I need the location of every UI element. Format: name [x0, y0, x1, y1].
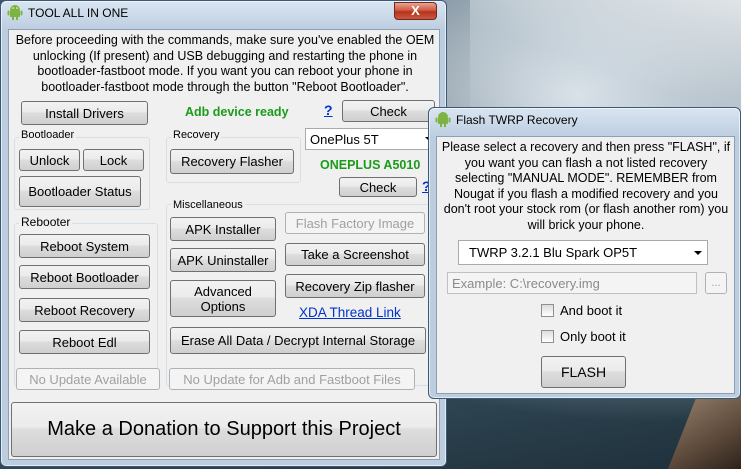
- device-model-label: ONEPLUS A5010: [320, 158, 421, 172]
- flash-button[interactable]: FLASH: [541, 356, 626, 388]
- reboot-recovery-button[interactable]: Reboot Recovery: [19, 298, 150, 322]
- advanced-options-button[interactable]: Advanced Options: [170, 280, 276, 317]
- intro-text: Before proceeding with the commands, mak…: [15, 33, 435, 94]
- and-boot-it-checkbox[interactable]: And boot it: [541, 303, 622, 318]
- and-boot-it-label: And boot it: [560, 303, 623, 318]
- flash-factory-image-button[interactable]: Flash Factory Image: [285, 212, 425, 234]
- xda-thread-link[interactable]: XDA Thread Link: [299, 305, 401, 320]
- recovery-path-placeholder: Example: C:\recovery.img: [452, 275, 600, 291]
- twrp-window-title: Flash TWRP Recovery: [456, 113, 578, 127]
- only-boot-it-label: Only boot it: [560, 329, 626, 344]
- device-combo-value: OnePlus 5T: [310, 131, 379, 147]
- bootloader-status-button[interactable]: Bootloader Status: [19, 176, 141, 207]
- wallpaper-boat-rail: [668, 395, 741, 469]
- take-screenshot-button[interactable]: Take a Screenshot: [285, 243, 425, 266]
- rebooter-group-label: Rebooter: [19, 215, 73, 229]
- recovery-select[interactable]: TWRP 3.2.1 Blu Spark OP5T: [458, 240, 708, 265]
- twrp-window: Flash TWRP Recovery Please select a reco…: [428, 107, 741, 399]
- erase-data-button[interactable]: Erase All Data / Decrypt Internal Storag…: [170, 327, 426, 354]
- reboot-bootloader-button[interactable]: Reboot Bootloader: [19, 265, 150, 289]
- browse-button[interactable]: ...: [705, 272, 727, 294]
- no-update-button[interactable]: No Update Available: [16, 368, 160, 390]
- help-link[interactable]: ?: [324, 102, 333, 118]
- install-drivers-button[interactable]: Install Drivers: [21, 101, 148, 125]
- main-titlebar[interactable]: TOOL ALL IN ONE X: [1, 1, 446, 25]
- twrp-titlebar[interactable]: Flash TWRP Recovery: [429, 108, 740, 132]
- only-boot-it-checkbox[interactable]: Only boot it: [541, 329, 626, 344]
- bootloader-group-label: Bootloader: [19, 129, 77, 141]
- check-device-button[interactable]: Check: [339, 177, 417, 197]
- chevron-down-icon: [694, 250, 702, 255]
- donate-button[interactable]: Make a Donation to Support this Project: [11, 402, 437, 457]
- recovery-path-input[interactable]: Example: C:\recovery.img: [447, 272, 697, 294]
- android-icon: [7, 5, 23, 20]
- unlock-button[interactable]: Unlock: [19, 149, 80, 171]
- recovery-group-label: Recovery: [171, 129, 222, 141]
- apk-uninstaller-button[interactable]: APK Uninstaller: [170, 248, 276, 272]
- miscellaneous-group-label: Miscellaneous: [171, 199, 245, 211]
- adb-status-label: Adb device ready: [185, 105, 289, 119]
- reboot-system-button[interactable]: Reboot System: [19, 234, 150, 258]
- android-icon: [435, 112, 451, 127]
- main-client-area: Before proceeding with the commands, mak…: [8, 29, 440, 460]
- main-close-button[interactable]: X: [394, 2, 437, 20]
- main-window-title: TOOL ALL IN ONE: [28, 6, 129, 20]
- only-boot-it-box[interactable]: [541, 330, 554, 343]
- apk-installer-button[interactable]: APK Installer: [170, 217, 276, 241]
- main-window: TOOL ALL IN ONE X Before proceeding with…: [0, 0, 447, 467]
- reboot-edl-button[interactable]: Reboot Edl: [19, 330, 150, 354]
- and-boot-it-box[interactable]: [541, 304, 554, 317]
- lock-button[interactable]: Lock: [83, 149, 144, 171]
- no-update-adb-button[interactable]: No Update for Adb and Fastboot Files: [169, 368, 415, 390]
- twrp-message: Please select a recovery and then press …: [441, 140, 731, 232]
- twrp-client-area: Please select a recovery and then press …: [436, 136, 735, 394]
- recovery-select-value: TWRP 3.2.1 Blu Spark OP5T: [469, 245, 638, 260]
- check-button[interactable]: Check: [342, 100, 435, 122]
- recovery-flasher-button[interactable]: Recovery Flasher: [170, 149, 294, 174]
- recovery-zip-flasher-button[interactable]: Recovery Zip flasher: [285, 274, 425, 298]
- device-combo[interactable]: OnePlus 5T: [305, 128, 439, 150]
